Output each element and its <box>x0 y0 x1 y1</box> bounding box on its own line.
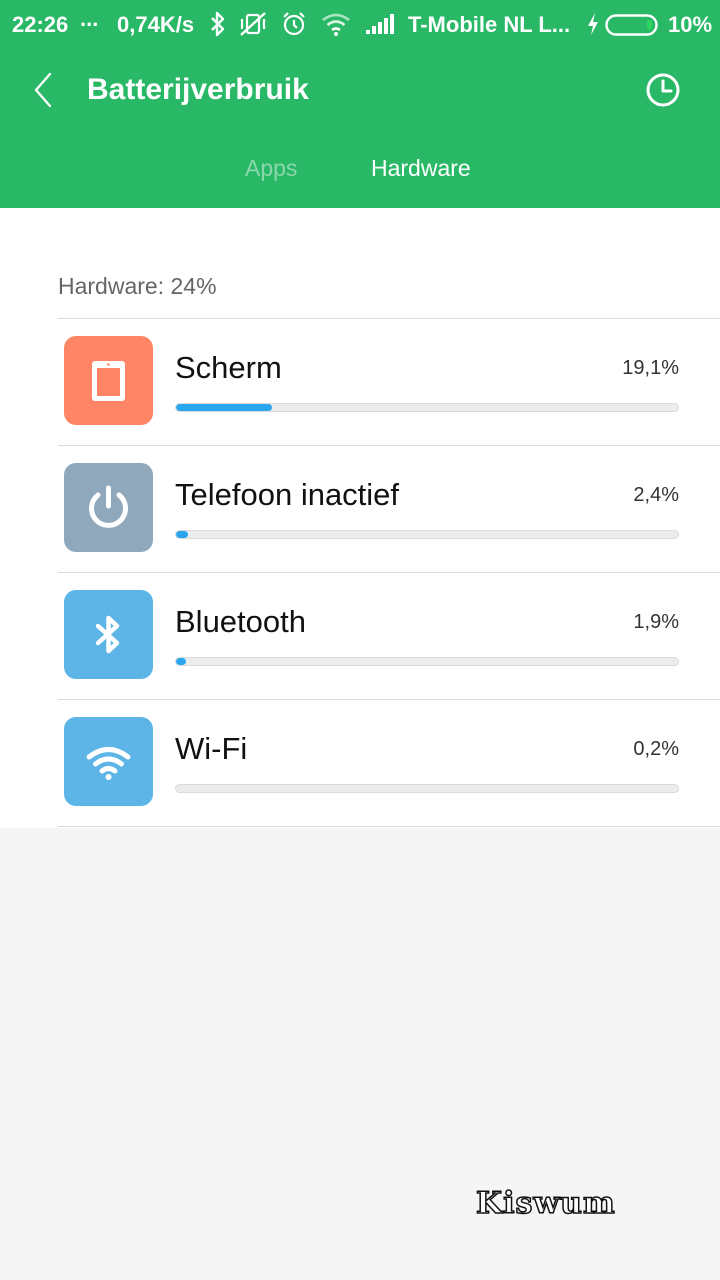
status-battery-percent: 10% <box>668 12 713 37</box>
list-item-label: Telefoon inactief <box>175 477 400 512</box>
vibrate-off-icon <box>238 10 268 44</box>
title-bar: Batterijverbruik <box>0 50 720 130</box>
screen-icon <box>92 361 125 401</box>
usage-bar-fill <box>176 404 272 411</box>
list-item-percent: 19,1% <box>622 357 679 379</box>
list-item-percent: 2,4% <box>633 484 679 506</box>
signal-icon <box>365 10 397 44</box>
bluetooth-icon-tile <box>64 590 153 679</box>
divider <box>58 826 720 827</box>
usage-bar-fill <box>176 531 189 538</box>
status-bar: 22:26 ... 0,74K/s T-Mobile NL L... 10% <box>0 0 720 50</box>
usage-bar <box>175 530 679 539</box>
wifi-icon <box>320 10 352 44</box>
list-item-label: Bluetooth <box>175 604 306 639</box>
page-title: Batterijverbruik <box>87 73 309 106</box>
power-icon <box>89 485 128 528</box>
app-header: 22:26 ... 0,74K/s T-Mobile NL L... 10% B… <box>0 0 720 208</box>
usage-bar <box>175 657 679 666</box>
tab-hardware[interactable]: Hardware <box>371 154 471 182</box>
list-item-phone-idle[interactable]: Telefoon inactief 2,4% <box>0 445 720 572</box>
status-time: 22:26 <box>12 12 69 37</box>
watermark: Kiswum <box>475 1185 616 1222</box>
status-carrier: T-Mobile NL L... <box>408 12 571 37</box>
status-net-speed: 0,74K/s <box>117 12 195 37</box>
battery-icon <box>605 14 661 42</box>
history-button[interactable] <box>643 70 683 110</box>
list-item-wifi[interactable]: Wi-Fi 0,2% <box>0 699 720 826</box>
usage-bar <box>175 403 679 412</box>
list-item-label: Scherm <box>175 350 282 385</box>
usage-bar <box>175 784 679 793</box>
history-clock-icon <box>646 73 680 107</box>
back-icon <box>34 72 52 108</box>
alarm-icon <box>280 10 308 44</box>
back-button[interactable] <box>28 70 60 110</box>
tab-apps[interactable]: Apps <box>245 154 297 182</box>
status-notification-dots: ... <box>80 6 99 31</box>
screen-icon-tile <box>64 336 153 425</box>
list-item-label: Wi-Fi <box>175 731 248 766</box>
power-icon-tile <box>64 463 153 552</box>
list-item-screen[interactable]: Scherm 19,1% <box>0 318 720 445</box>
usage-bar-fill <box>176 658 187 665</box>
list-item-bluetooth[interactable]: Bluetooth 1,9% <box>0 572 720 699</box>
list-item-percent: 1,9% <box>633 611 679 633</box>
wifi-icon-tile <box>64 717 153 806</box>
wifi-icon <box>86 747 131 780</box>
hardware-usage-panel: Hardware: 24% Scherm 19,1% Telefoon inac… <box>0 208 720 828</box>
bluetooth-icon <box>95 615 120 654</box>
charging-icon <box>585 10 601 44</box>
hardware-summary: Hardware: 24% <box>58 273 217 299</box>
list-item-percent: 0,2% <box>633 738 679 760</box>
bluetooth-icon <box>208 10 228 44</box>
tab-bar: Apps Hardware <box>0 140 720 200</box>
